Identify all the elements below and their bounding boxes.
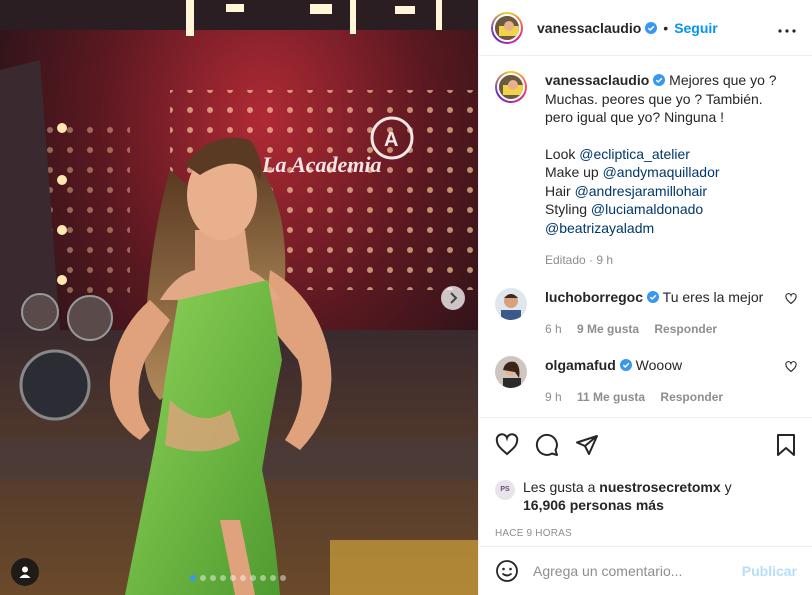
mention-link[interactable]: @luciamaldonado [591,201,703,217]
mention-link[interactable]: @beatrizayaladm [545,220,654,236]
comment-text: Tu eres la mejor [662,288,764,305]
academy-sign: La Academia [261,152,382,177]
avatar-image [495,355,527,388]
carousel-indicator [190,575,286,581]
tagged-users-button[interactable] [11,558,39,586]
svg-text:A: A [384,129,398,151]
caption-meta: Editado · 9 h [545,253,614,267]
like-comment-button[interactable] [785,292,797,308]
caption-label: Hair [545,182,571,199]
heart-icon [785,292,797,304]
verified-badge-icon [647,290,660,303]
carousel-dot [250,575,256,581]
more-options-icon [778,28,796,33]
post-side-panel: vanessaclaudio • Seguir vanessaclaudio M… [478,0,812,595]
chevron-right-icon [450,292,458,304]
caption-text: vanessaclaudio Mejores que yo ? Muchas. … [545,71,795,270]
likes-prefix: Les gusta a [523,479,596,495]
caption-line: Mejores que yo ? [669,72,777,88]
post-actions: PS Les gusta a nuestrosecretomx y 16,906… [479,417,812,539]
caption-line: pero igual que yo? Ninguna ! [545,109,725,125]
carousel-dot [280,575,286,581]
likes-summary: PS Les gusta a nuestrosecretomx y 16,906… [495,478,797,514]
caption-label: Look [545,145,576,162]
comment-time: 9 h [545,389,562,404]
comment-icon [535,433,558,456]
emoji-button[interactable] [495,559,519,583]
caption-avatar[interactable] [495,71,527,103]
comment-text: Wooow [635,356,683,373]
verified-badge-icon [619,358,632,371]
mention-link[interactable]: @andymaquillador [603,164,720,180]
liker-avatar[interactable]: PS [495,480,515,500]
publish-button[interactable]: Publicar [742,563,797,579]
separator: • [663,19,669,36]
carousel-dot [190,575,196,581]
user-tag-icon [19,566,31,578]
heart-icon [495,433,519,456]
commenter-username[interactable]: olgamafud [545,357,616,373]
liker-username[interactable]: nuestrosecretomx [599,479,720,495]
follow-button[interactable]: Seguir [674,20,718,36]
avatar-image [499,75,523,99]
post-header: vanessaclaudio • Seguir [479,0,812,56]
commenter-username[interactable]: luchoborregoc [545,289,643,305]
post-photo[interactable]: A La Academia [0,0,478,595]
carousel-dot [240,575,246,581]
avatar-image [495,287,527,320]
post-timestamp: HACE 9 HORAS [495,528,572,539]
mention-link[interactable]: @ecliptica_atelier [579,146,690,162]
caption-label: Styling [545,201,588,217]
comments-list[interactable]: vanessaclaudio Mejores que yo ? Muchas. … [479,57,812,417]
comment-item: olgamafud Wooow 9 h 11 Me gusta Responde… [495,355,797,406]
comment-time: 6 h [545,321,562,336]
carousel-dot [210,575,216,581]
heart-icon [785,360,797,372]
emoji-icon [496,560,518,582]
comment-likes[interactable]: 11 Me gusta [577,390,645,404]
like-comment-button[interactable] [785,360,797,376]
likes-count[interactable]: 16,906 personas más [523,497,664,513]
post-image: A La Academia [0,0,478,595]
post-caption: vanessaclaudio Mejores que yo ? Muchas. … [495,71,797,270]
carousel-dot [230,575,236,581]
caption-username[interactable]: vanessaclaudio [545,72,649,88]
carousel-dot [260,575,266,581]
carousel-dot [200,575,206,581]
carousel-dot [220,575,226,581]
bookmark-icon [777,434,795,456]
author-username[interactable]: vanessaclaudio [537,20,641,36]
add-comment-bar: Publicar [479,546,812,595]
author-avatar[interactable] [491,11,523,44]
more-options-button[interactable] [778,20,796,36]
comment-input[interactable] [533,563,742,579]
verified-badge-icon [653,74,666,86]
save-button[interactable] [775,433,797,457]
commenter-avatar[interactable] [495,287,527,320]
reply-button[interactable]: Responder [654,322,717,336]
mention-link[interactable]: @andresjaramillohair [575,183,708,199]
avatar-image [495,15,519,40]
next-photo-button[interactable] [441,286,465,310]
reply-button[interactable]: Responder [660,390,723,404]
verified-badge-icon [645,21,658,34]
comment-likes[interactable]: 9 Me gusta [577,322,639,336]
caption-line: Muchas. peores que yo ? También. [545,90,763,107]
carousel-dot [270,575,276,581]
comment-item: luchoborregoc Tu eres la mejor 6 h 9 Me … [495,287,797,338]
share-icon [576,435,598,455]
comment-button[interactable] [535,433,559,457]
like-button[interactable] [495,433,519,457]
likes-joiner: y [724,479,732,495]
commenter-avatar[interactable] [495,355,527,388]
share-button[interactable] [575,433,599,457]
caption-label: Make up [545,164,599,180]
